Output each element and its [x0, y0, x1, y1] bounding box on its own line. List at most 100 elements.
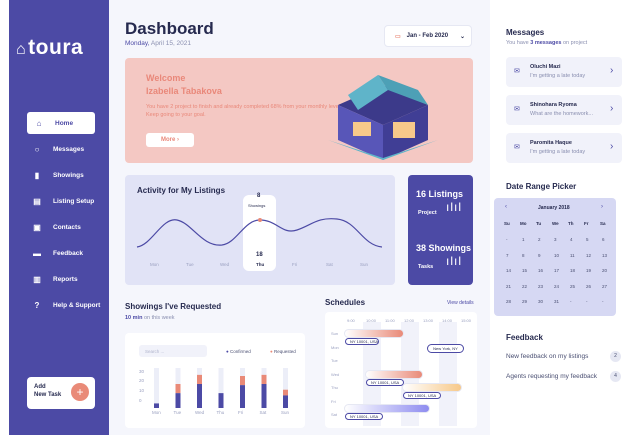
schedule-time: 15:00: [461, 318, 472, 323]
nav-item-messages[interactable]: ○ Messages: [9, 138, 109, 160]
calendar-day[interactable]: -: [586, 299, 588, 304]
calendar-day[interactable]: 24: [554, 284, 559, 289]
nav-item-listing-setup[interactable]: ▤ Listing Setup: [9, 190, 109, 212]
activity-day-label: Thu: [256, 262, 265, 267]
calendar-day[interactable]: 21: [506, 284, 511, 289]
add-task-button[interactable]: +: [71, 383, 89, 401]
calendar-day[interactable]: 1: [522, 237, 525, 242]
schedules-title: Schedules: [325, 298, 366, 307]
calendar-day[interactable]: 2: [538, 237, 541, 242]
schedule-event[interactable]: New York, NY: [427, 344, 464, 353]
calendar-day[interactable]: 19: [586, 268, 591, 273]
bar-confirmed: [261, 384, 267, 408]
schedule-day: Fri: [331, 398, 336, 404]
calendar-day[interactable]: 31: [554, 299, 559, 304]
calendar-day[interactable]: 30: [538, 299, 543, 304]
chevron-right-icon[interactable]: ›: [610, 65, 613, 76]
bar-confirmed: [197, 384, 202, 408]
calendar-day[interactable]: 4: [570, 237, 573, 242]
bar-confirmed: [283, 395, 288, 408]
calendar-day[interactable]: 22: [522, 284, 527, 289]
view-details-link[interactable]: View details: [447, 300, 474, 306]
home-icon: ⌂: [36, 118, 42, 128]
nav-label: Reports: [53, 275, 78, 283]
calendar-day[interactable]: 26: [586, 284, 591, 289]
chevron-right-icon[interactable]: ›: [610, 141, 613, 152]
chevron-right-icon[interactable]: ›: [610, 103, 613, 114]
calendar-day[interactable]: 5: [586, 237, 589, 242]
page-title: Dashboard: [125, 19, 214, 38]
nav-label: Contacts: [53, 223, 81, 231]
calendar-day[interactable]: 11: [570, 253, 575, 258]
y-tick-label: 30: [139, 369, 145, 374]
calendar-day[interactable]: 16: [538, 268, 543, 273]
calendar-day[interactable]: -: [570, 299, 572, 304]
messages-title: Messages: [506, 28, 545, 37]
activity-day-label: Mon: [150, 262, 159, 267]
showings-title: Showings I've Requested: [125, 302, 222, 311]
feedback-item[interactable]: New feedback on my listings: [506, 353, 588, 360]
calendar-day[interactable]: 15: [522, 268, 527, 273]
feedback-icon: ▬: [33, 248, 41, 258]
schedule-day: Tue: [331, 358, 338, 363]
bar-day-label: Tue: [173, 410, 182, 415]
legend-requested: ● Requested: [270, 349, 296, 354]
message-item[interactable]: [506, 133, 622, 163]
calendar-day[interactable]: 13: [602, 253, 607, 258]
more-button[interactable]: More ›: [146, 133, 194, 147]
calendar-day[interactable]: 8: [522, 253, 525, 258]
activity-day-label: Sun: [360, 262, 369, 267]
next-month-button[interactable]: ›: [601, 204, 603, 210]
calendar-day[interactable]: 12: [586, 253, 591, 258]
calendar-day[interactable]: 27: [602, 284, 607, 289]
schedule-event[interactable]: NY 10001, USA: [402, 383, 462, 399]
mail-icon: ✉: [514, 106, 520, 113]
messages-subtitle: You have 3 messages on project: [506, 40, 588, 46]
message-item[interactable]: [506, 57, 622, 87]
calendar-day[interactable]: 14: [506, 268, 511, 273]
prev-month-button[interactable]: ‹: [505, 204, 507, 210]
weekday-label: Tu: [536, 221, 542, 226]
schedule-event[interactable]: NY 10001, USA: [344, 404, 430, 420]
nav-item-help-support[interactable]: ? Help & Support: [9, 294, 109, 316]
schedule-day: Sun: [331, 331, 339, 336]
y-tick-label: 10: [139, 388, 145, 393]
nav-item-home[interactable]: ⌂ Home: [27, 112, 95, 134]
calendar-day[interactable]: 28: [506, 299, 511, 304]
nav-item-feedback[interactable]: ▬ Feedback: [9, 242, 109, 264]
showings-bars-icon: ılıl: [446, 254, 462, 268]
calendar-day[interactable]: 6: [602, 237, 605, 242]
calendar-day[interactable]: 9: [538, 253, 541, 258]
feedback-count-badge: 2: [610, 351, 621, 362]
bar-track: [154, 368, 159, 408]
calendar-day[interactable]: 10: [554, 253, 559, 258]
calendar-day[interactable]: 17: [554, 268, 559, 273]
message-item[interactable]: [506, 95, 622, 125]
calendar-day[interactable]: 7: [506, 253, 509, 258]
calendar-day[interactable]: -: [602, 299, 604, 304]
calendar-day[interactable]: 23: [538, 284, 543, 289]
nav-label: Listing Setup: [53, 197, 95, 205]
nav-item-contacts[interactable]: ▣ Contacts: [9, 216, 109, 238]
bar-requested: [240, 376, 245, 386]
feedback-item[interactable]: Agents requesting my feedback: [506, 373, 597, 380]
logo[interactable]: ⌂toura: [16, 36, 83, 60]
message-preview: I'm getting a late today: [530, 149, 586, 155]
calendar-day[interactable]: 29: [522, 299, 527, 304]
date-range-select[interactable]: ▭ Jan - Feb 2020 ⌄: [384, 25, 472, 47]
bar-day-label: Sun: [281, 410, 290, 415]
nav-item-reports[interactable]: ▥ Reports: [9, 268, 109, 290]
calendar-day[interactable]: 25: [570, 284, 575, 289]
activity-day-label: Wed: [220, 262, 230, 267]
schedule-time: 10:00: [366, 318, 377, 323]
schedule-event[interactable]: NY 10001, USA: [344, 329, 404, 345]
calendar-day[interactable]: 3: [554, 237, 557, 242]
tooltip-value-top: 8: [257, 193, 261, 199]
showings-search-input[interactable]: Search ...: [139, 345, 207, 357]
weekday-label: Mo: [520, 221, 527, 226]
calendar-day[interactable]: 18: [570, 268, 575, 273]
calendar-day[interactable]: -: [506, 237, 508, 242]
nav-item-showings[interactable]: ▮ Showings: [9, 164, 109, 186]
calendar-day[interactable]: 20: [602, 268, 607, 273]
schedule-event[interactable]: NY 10001, USA: [365, 370, 423, 386]
